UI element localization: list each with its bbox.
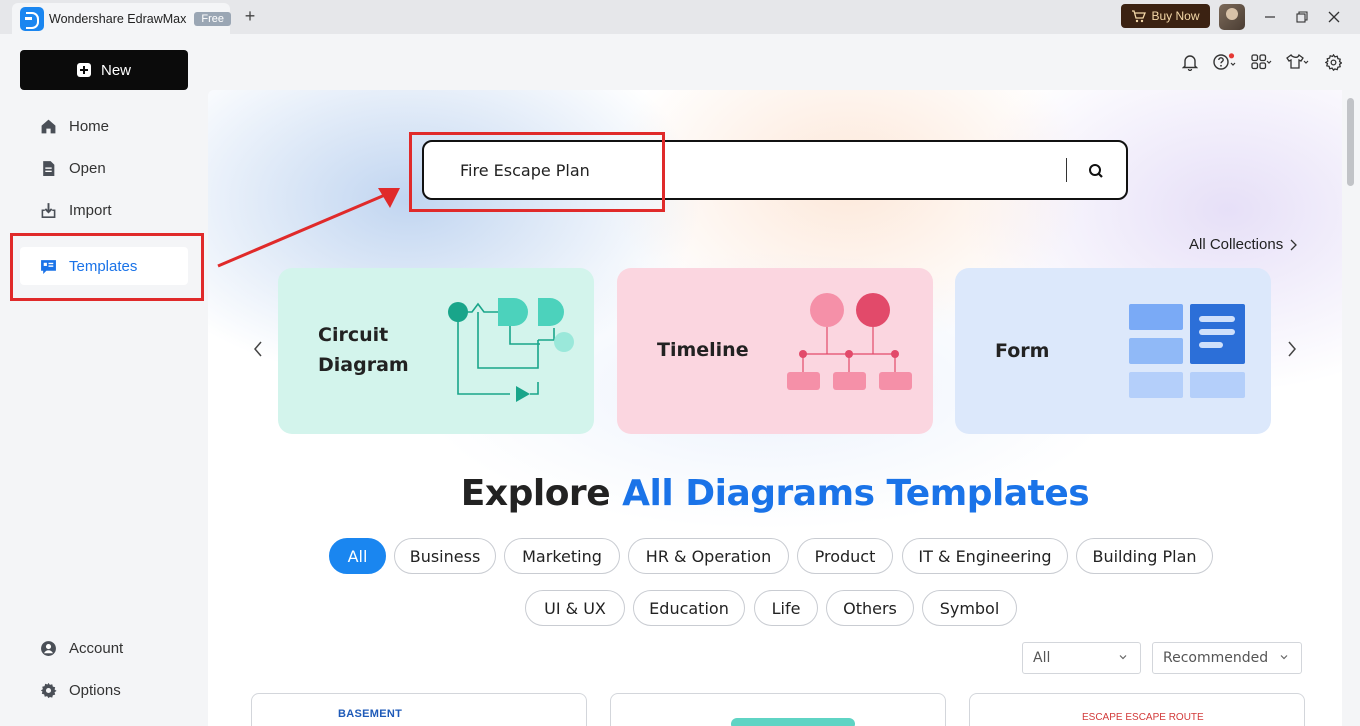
minimize-icon <box>1265 16 1275 18</box>
settings-icon <box>1325 53 1342 71</box>
thumbnail-caption: ESCAPE ESCAPE ROUTE <box>1082 712 1204 723</box>
sidebar: New Home Open Import Templates Account O… <box>0 34 208 726</box>
apps-button[interactable] <box>1251 52 1273 72</box>
close-button[interactable] <box>1322 5 1346 29</box>
close-icon <box>1328 11 1340 23</box>
edrawmax-logo-icon <box>20 6 44 31</box>
sidebar-item-label: Account <box>69 639 124 657</box>
collection-card-form[interactable]: Form <box>955 268 1271 434</box>
card-title: Form <box>995 340 1050 362</box>
chevron-left-icon <box>254 341 262 357</box>
thumbnail-caption: BASEMENT <box>338 708 403 720</box>
circuit-illustration <box>448 298 574 402</box>
sidebar-item-options[interactable]: Options <box>20 671 188 709</box>
app-tab[interactable]: Wondershare EdrawMax Free <box>12 3 231 34</box>
import-icon <box>41 202 56 218</box>
settings-button[interactable] <box>1325 52 1342 72</box>
category-chip-building-plan[interactable]: Building Plan <box>1076 538 1213 574</box>
chevron-right-icon <box>1288 341 1296 357</box>
apps-icon <box>1251 54 1272 70</box>
new-button[interactable]: New <box>20 50 188 90</box>
plus-icon <box>76 63 91 77</box>
all-collections-label: All Collections <box>1189 236 1284 253</box>
home-icon <box>41 119 56 133</box>
type-filter-select[interactable]: All <box>1022 642 1141 674</box>
restore-icon <box>1296 11 1308 23</box>
sidebar-item-label: Import <box>69 201 112 219</box>
template-thumbnail[interactable]: ESCAPE ESCAPE ROUTE <box>969 693 1305 726</box>
account-icon <box>41 640 56 656</box>
sidebar-item-label: Home <box>69 117 110 135</box>
category-chip-marketing[interactable]: Marketing <box>504 538 620 574</box>
help-button[interactable] <box>1213 52 1239 72</box>
restore-button[interactable] <box>1290 5 1314 29</box>
carousel-next-button[interactable] <box>1282 339 1302 359</box>
theme-button[interactable] <box>1286 52 1310 72</box>
sidebar-item-home[interactable]: Home <box>20 107 188 145</box>
chevron-down-icon <box>1280 655 1288 660</box>
chevron-right-icon <box>1290 239 1298 250</box>
notifications-button[interactable] <box>1182 52 1198 72</box>
highlight-box-search <box>409 132 665 212</box>
category-chip-ui-ux[interactable]: UI & UX <box>525 590 625 626</box>
template-thumbnail[interactable] <box>610 693 946 726</box>
cart-icon <box>1132 9 1147 22</box>
category-chip-business[interactable]: Business <box>394 538 496 574</box>
document-icon <box>43 160 55 176</box>
sidebar-item-label: Options <box>69 681 121 699</box>
free-badge: Free <box>194 11 231 26</box>
app-name: Wondershare EdrawMax <box>49 11 187 26</box>
all-collections-link[interactable]: All Collections <box>1189 236 1298 253</box>
chevron-down-icon <box>1119 655 1127 660</box>
sidebar-item-label: Open <box>69 159 106 177</box>
thumbnail-preview <box>731 718 855 726</box>
card-title: Timeline <box>657 339 749 361</box>
sidebar-item-import[interactable]: Import <box>20 191 188 229</box>
category-chip-others[interactable]: Others <box>826 590 914 626</box>
annotation-arrow-icon <box>217 188 400 268</box>
collection-card-circuit-diagram[interactable]: Circuit Diagram <box>278 268 594 434</box>
template-thumbnail[interactable]: BASEMENT <box>251 693 587 726</box>
category-chip-all[interactable]: All <box>329 538 386 574</box>
minimize-button[interactable] <box>1258 5 1282 29</box>
carousel-prev-button[interactable] <box>248 339 268 359</box>
category-chip-symbol[interactable]: Symbol <box>922 590 1017 626</box>
category-chip-it-engineering[interactable]: IT & Engineering <box>902 538 1068 574</box>
card-title: Circuit Diagram <box>318 324 409 376</box>
category-chip-life[interactable]: Life <box>754 590 818 626</box>
buy-now-button[interactable]: Buy Now <box>1121 4 1210 28</box>
explore-heading: Explore All Diagrams Templates <box>460 473 1090 514</box>
sidebar-item-open[interactable]: Open <box>20 149 188 187</box>
collection-card-timeline[interactable]: Timeline <box>617 268 933 434</box>
form-illustration <box>1129 304 1245 398</box>
shirt-icon <box>1286 53 1309 69</box>
category-chip-education[interactable]: Education <box>633 590 745 626</box>
new-button-label: New <box>100 61 131 79</box>
sort-select[interactable]: Recommended <box>1152 642 1302 674</box>
gear-icon <box>40 682 57 698</box>
category-chip-hr-operation[interactable]: HR & Operation <box>628 538 789 574</box>
help-icon <box>1213 53 1236 70</box>
scrollbar-thumb[interactable] <box>1347 98 1354 186</box>
timeline-illustration <box>787 293 912 390</box>
category-chip-product[interactable]: Product <box>797 538 893 574</box>
bell-icon <box>1182 55 1198 71</box>
buy-now-label: Buy Now <box>1151 9 1200 23</box>
main-scrollbar[interactable] <box>1342 90 1360 726</box>
search-button[interactable] <box>1086 161 1106 181</box>
search-divider <box>1066 158 1067 182</box>
new-tab-button[interactable]: + <box>240 6 260 27</box>
title-bar: Wondershare EdrawMax Free + Buy Now <box>0 0 1360 34</box>
search-icon <box>1089 164 1103 178</box>
highlight-box-templates <box>10 233 204 301</box>
avatar[interactable] <box>1219 4 1245 30</box>
sidebar-item-account[interactable]: Account <box>20 629 188 667</box>
